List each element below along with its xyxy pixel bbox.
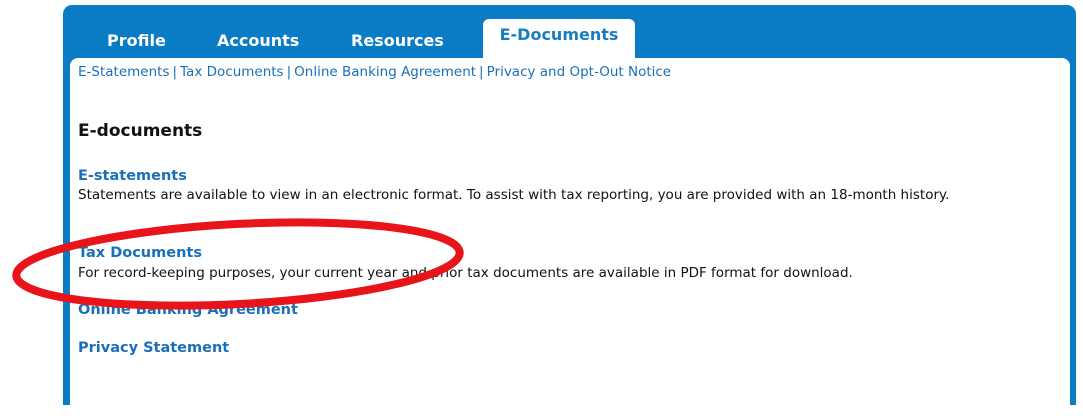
subnav-link-online-banking-agreement[interactable]: Online Banking Agreement bbox=[294, 64, 476, 80]
tax-documents-link[interactable]: Tax Documents bbox=[78, 245, 202, 261]
edocuments-panel: Profile Accounts Resources E-Documents E… bbox=[63, 5, 1076, 418]
tab-bar: Profile Accounts Resources E-Documents bbox=[63, 5, 1076, 63]
subnav-link-estatements[interactable]: E-Statements bbox=[78, 64, 169, 80]
page-title: E-documents bbox=[78, 121, 203, 141]
tab-edocuments[interactable]: E-Documents bbox=[483, 19, 635, 63]
estatements-description: Statements are available to view in an e… bbox=[78, 187, 950, 203]
content-area: E-Statements | Tax Documents | Online Bankin… bbox=[70, 58, 1070, 418]
subnav: E-Statements | Tax Documents | Online Bankin… bbox=[78, 64, 671, 80]
subnav-separator: | bbox=[286, 64, 292, 80]
tax-documents-description: For record-keeping purposes, your curren… bbox=[78, 265, 853, 281]
privacy-statement-link[interactable]: Privacy Statement bbox=[78, 340, 229, 356]
online-banking-agreement-link[interactable]: Online Banking Agreement bbox=[78, 302, 298, 318]
estatements-link[interactable]: E-statements bbox=[78, 168, 187, 184]
tab-profile[interactable]: Profile bbox=[107, 31, 166, 50]
subnav-separator: | bbox=[172, 64, 178, 80]
subnav-link-privacy-notice[interactable]: Privacy and Opt-Out Notice bbox=[487, 64, 672, 80]
tab-resources[interactable]: Resources bbox=[351, 31, 444, 50]
tab-accounts[interactable]: Accounts bbox=[217, 31, 299, 50]
subnav-separator: | bbox=[479, 64, 484, 80]
subnav-link-tax-documents[interactable]: Tax Documents bbox=[180, 64, 284, 80]
